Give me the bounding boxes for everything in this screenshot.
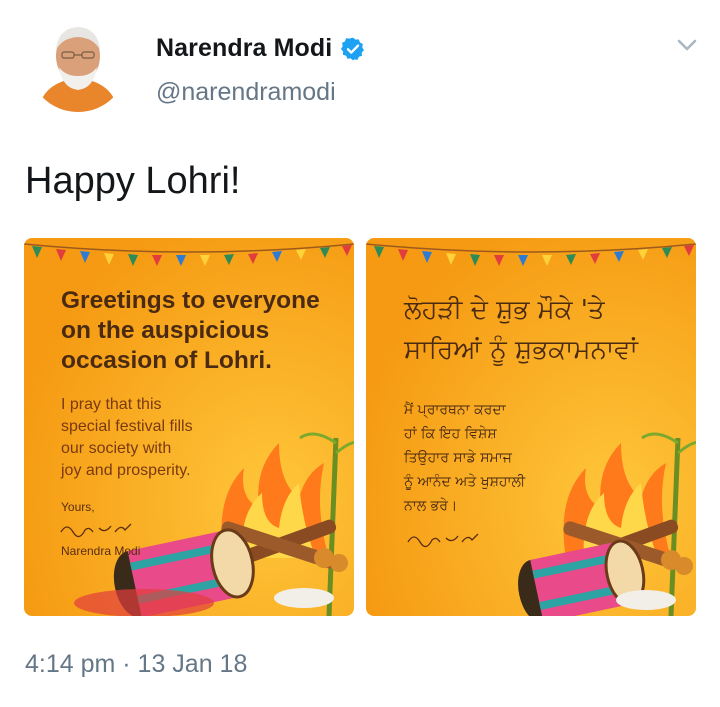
card-body: I pray that this special festival fills … (61, 396, 193, 479)
card-signoff: Yours, (61, 500, 95, 514)
media-image-english[interactable]: Greetings to everyone on the auspicious … (24, 238, 354, 616)
media-image-punjabi[interactable]: ਲੋਹੜੀ ਦੇ ਸ਼ੁਭ ਮੌਕੇ 'ਤੇ ਸਾਰਿਆਂ ਨੂੰ ਸ਼ੁਭਕਾ… (366, 238, 696, 616)
tweet-timestamp[interactable]: 4:14 pm · 13 Jan 18 (25, 650, 247, 679)
card-signature-name: Narendra Modi (61, 544, 141, 558)
card-heading: Greetings to everyone on the auspicious … (61, 287, 320, 374)
avatar[interactable] (28, 12, 128, 112)
author-name[interactable]: Narendra Modi (156, 34, 332, 63)
author-handle[interactable]: @narendramodi (156, 78, 336, 107)
chevron-down-icon[interactable] (672, 30, 702, 60)
signature-icon (60, 523, 132, 538)
card-heading: ਲੋਹੜੀ ਦੇ ਸ਼ੁਭ ਮੌਕੇ 'ਤੇ ਸਾਰਿਆਂ ਨੂੰ ਸ਼ੁਭਕਾ… (404, 295, 638, 365)
author-name-row: Narendra Modi (156, 34, 366, 63)
tweet-text: Happy Lohri! (25, 160, 241, 202)
card-body: ਮੈਂ ਪ੍ਰਾਰਥਨਾ ਕਰਦਾ ਹਾਂ ਕਿ ਇਹ ਵਿਸ਼ੇਸ਼ ਤਿਉਹ… (404, 402, 526, 514)
verified-badge-icon (341, 37, 365, 60)
avatar-portrait-icon (28, 12, 128, 112)
signature-icon (407, 533, 479, 548)
